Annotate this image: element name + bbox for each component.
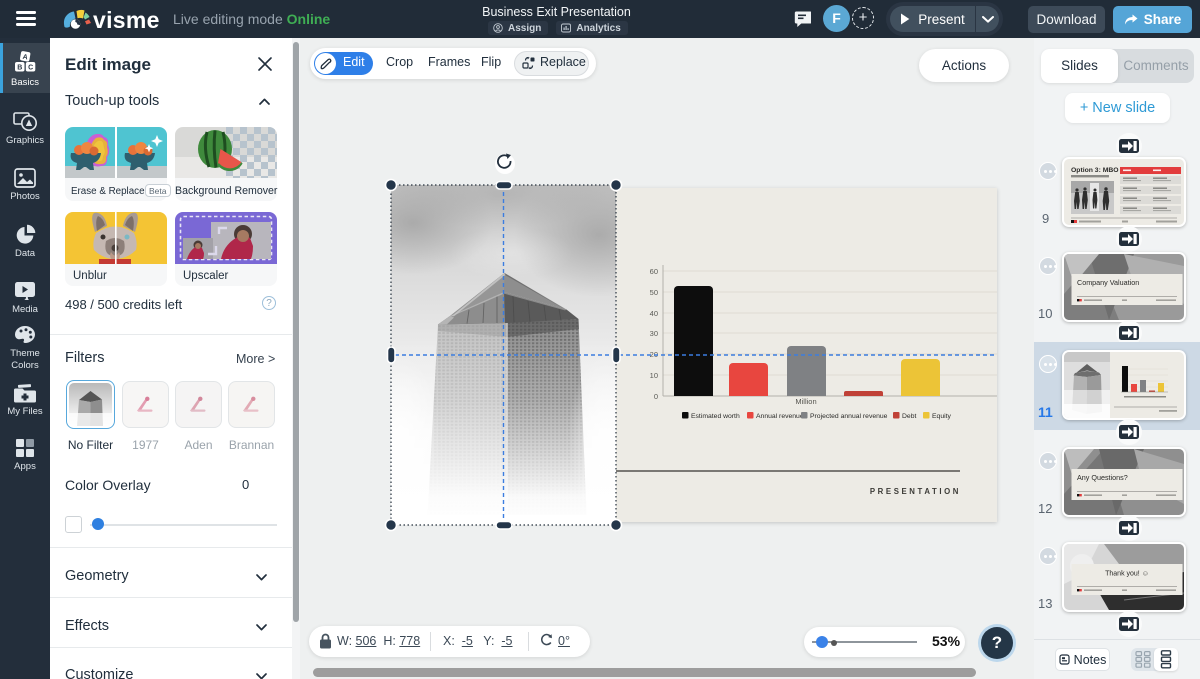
svg-text:Thank you! ☺: Thank you! ☺ [1105, 571, 1149, 578]
svg-text:B: B [17, 65, 22, 72]
svg-text:Any Questions?: Any Questions? [1077, 473, 1128, 482]
svg-text:C: C [28, 65, 33, 72]
svg-text:Option 3: MBO: Option 3: MBO [1071, 167, 1119, 174]
svg-text:Company Valuation: Company Valuation [1077, 278, 1139, 287]
